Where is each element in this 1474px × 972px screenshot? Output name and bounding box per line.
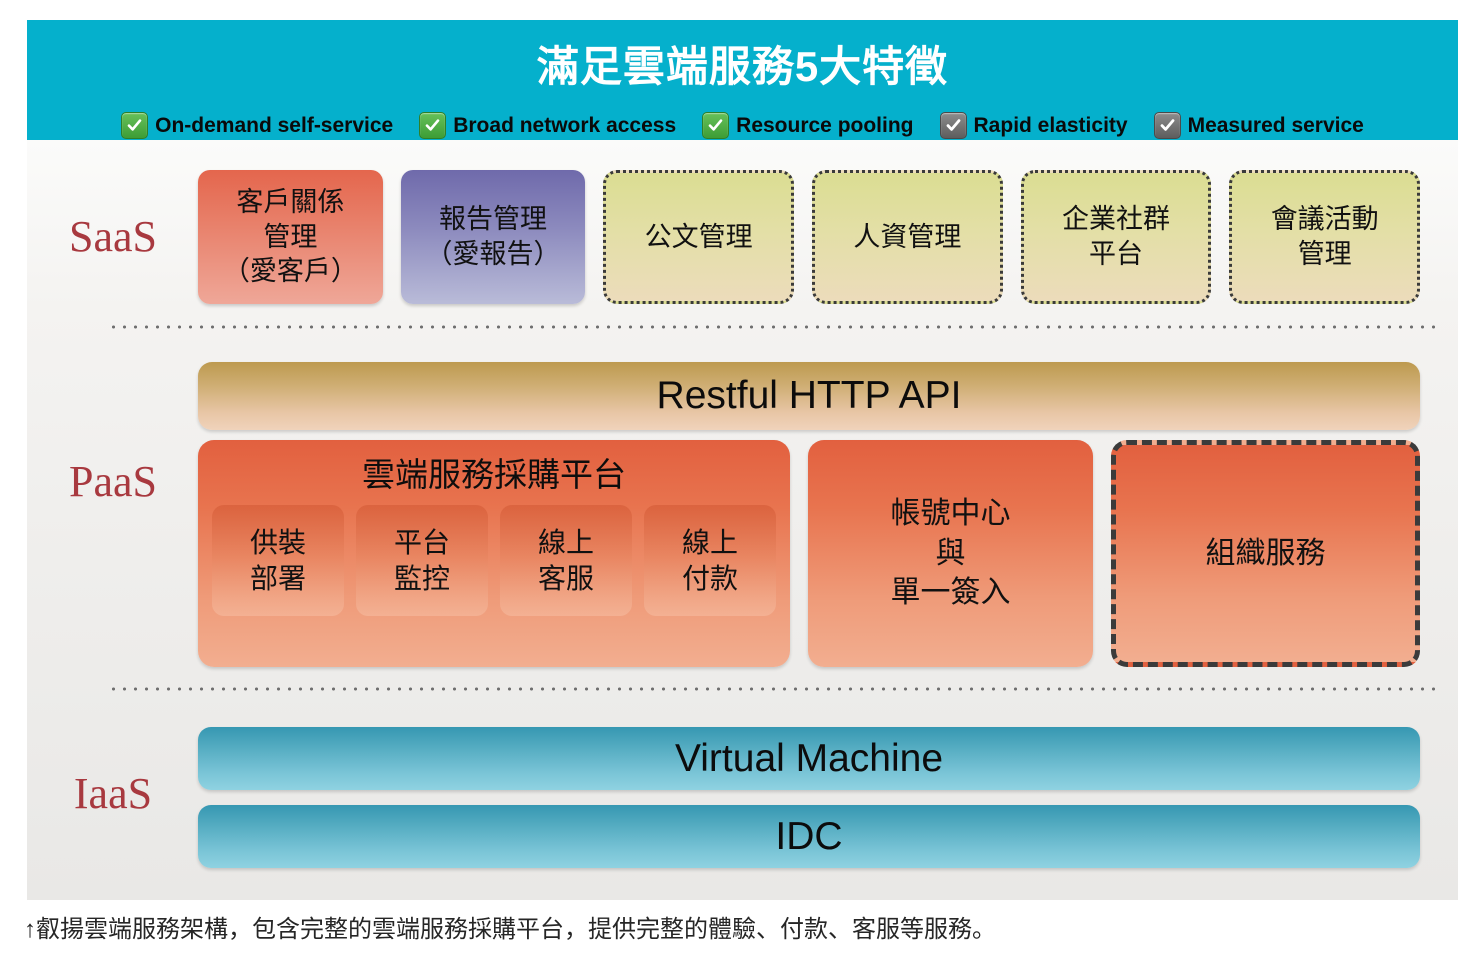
checkbox-checked-icon bbox=[1153, 112, 1181, 139]
header-banner: 滿足雲端服務5大特徵 On-demand self-service Broad … bbox=[27, 20, 1458, 140]
iaas-bar-virtual-machine[interactable]: Virtual Machine bbox=[198, 727, 1420, 790]
saas-card-enterprise-social-platform[interactable]: 企業社群 平台 bbox=[1020, 170, 1212, 304]
saas-card-report-management[interactable]: 報告管理 （愛報告） bbox=[400, 170, 586, 304]
feature-label: On-demand self-service bbox=[155, 114, 394, 137]
paas-cloud-procurement-platform[interactable]: 雲端服務採購平台 供裝 部署 平台 監控 線上 客服 線上 付款 bbox=[198, 440, 790, 667]
paas-subitem-online-payment[interactable]: 線上 付款 bbox=[644, 505, 776, 616]
saas-layer: 客戶關係 管理 （愛客戶） 報告管理 （愛報告） 公文管理 人資管理 企業社群 平台 會… bbox=[198, 170, 1421, 304]
saas-card-crm[interactable]: 客戶關係 管理 （愛客戶） bbox=[198, 170, 383, 304]
feature-label: Measured service bbox=[1187, 114, 1364, 137]
tier-label-saas: SaaS bbox=[69, 212, 157, 261]
paas-subitem-provisioning-deployment[interactable]: 供裝 部署 bbox=[212, 505, 344, 616]
paas-subitem-online-customer-service[interactable]: 線上 客服 bbox=[500, 505, 632, 616]
layer-separator-paas-iaas bbox=[108, 687, 1443, 691]
paas-organization-service[interactable]: 組織服務 bbox=[1111, 440, 1420, 667]
checkbox-checked-icon bbox=[121, 112, 149, 139]
restful-http-api-bar[interactable]: Restful HTTP API bbox=[198, 362, 1420, 430]
page-title: 滿足雲端服務5大特徵 bbox=[536, 43, 949, 90]
feature-item-broad-network-access: Broad network access bbox=[419, 112, 676, 139]
feature-item-measured-service: Measured service bbox=[1153, 112, 1364, 139]
feature-item-rapid-elasticity: Rapid elasticity bbox=[939, 112, 1128, 139]
checkbox-checked-icon bbox=[702, 112, 730, 139]
feature-item-resource-pooling: Resource pooling bbox=[702, 112, 914, 139]
paas-subitem-platform-monitoring[interactable]: 平台 監控 bbox=[356, 505, 488, 616]
paas-layer: 雲端服務採購平台 供裝 部署 平台 監控 線上 客服 線上 付款 帳號中心與單一簽入 組… bbox=[198, 440, 1420, 667]
tier-label-iaas: IaaS bbox=[73, 769, 153, 818]
paas-account-center-sso[interactable]: 帳號中心與單一簽入 bbox=[808, 440, 1093, 667]
figure-caption: ↑叡揚雲端服務架構，包含完整的雲端服務採購平台，提供完整的體驗、付款、客服等服務… bbox=[24, 916, 996, 943]
feature-label: Rapid elasticity bbox=[973, 114, 1128, 137]
feature-label: Broad network access bbox=[453, 114, 677, 137]
feature-item-on-demand-self-service: On-demand self-service bbox=[121, 112, 393, 139]
diagram-page: 滿足雲端服務5大特徵 On-demand self-service Broad … bbox=[0, 0, 1474, 972]
checkbox-checked-icon bbox=[939, 112, 967, 139]
feature-label: Resource pooling bbox=[736, 114, 914, 137]
tier-label-paas: PaaS bbox=[69, 457, 157, 506]
layer-separator-saas-paas bbox=[108, 325, 1443, 329]
saas-card-meeting-activity-management[interactable]: 會議活動 管理 bbox=[1229, 170, 1421, 304]
cloud-feature-list: On-demand self-service Broad network acc… bbox=[27, 112, 1458, 139]
paas-platform-title: 雲端服務採購平台 bbox=[362, 456, 626, 493]
saas-card-hr-management[interactable]: 人資管理 bbox=[812, 170, 1003, 304]
checkbox-checked-icon bbox=[419, 112, 447, 139]
iaas-bar-idc[interactable]: IDC bbox=[198, 805, 1420, 868]
paas-platform-subitems: 供裝 部署 平台 監控 線上 客服 線上 付款 bbox=[198, 505, 790, 632]
saas-card-document-management[interactable]: 公文管理 bbox=[603, 170, 795, 304]
